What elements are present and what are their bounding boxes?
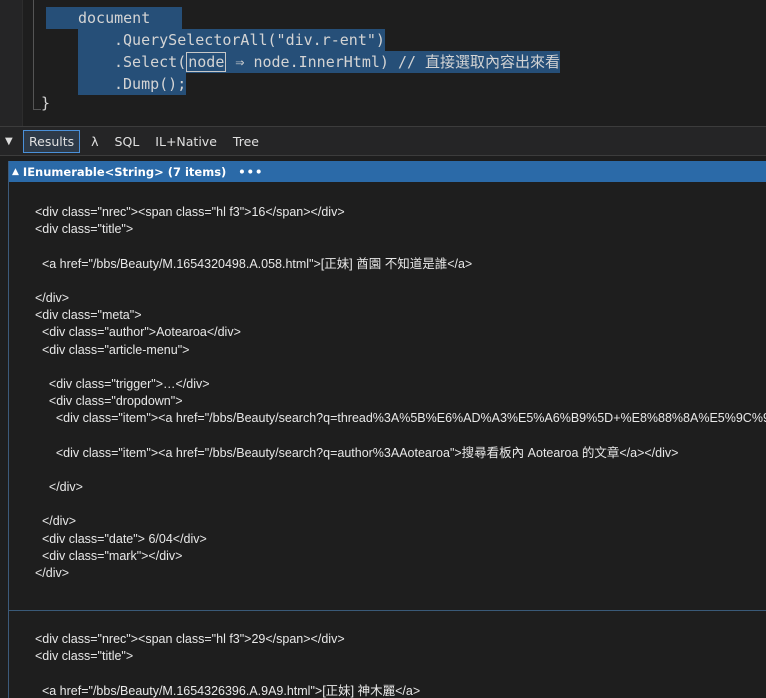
html-line: <div class="article-menu"> <box>35 342 190 357</box>
html-line: </div> <box>35 290 70 305</box>
result-item-1: <div class="nrec"><span class="hl f3">16… <box>9 182 766 611</box>
html-line: <div class="trigger">…</div> <box>35 376 210 391</box>
code-line-1[interactable]: document <box>46 7 183 29</box>
html-line: </div> <box>35 514 76 529</box>
html-line <box>9 496 766 513</box>
tab-tree[interactable]: Tree <box>228 131 264 152</box>
code-line-2[interactable]: .QuerySelectorAll("div.r-ent") <box>78 29 385 51</box>
collapse-triangle-icon[interactable]: ▼ <box>5 136 15 147</box>
html-line <box>9 238 766 255</box>
html-line: <div class="nrec"><span class="hl f3">16… <box>35 205 345 219</box>
code-line-3[interactable]: .Select(node ⇒ node.InnerHtml) // 直接選取內容… <box>78 51 561 73</box>
code-editor[interactable]: document .QuerySelectorAll("div.r-ent") … <box>0 0 766 126</box>
tab-sql[interactable]: SQL <box>110 131 145 152</box>
more-options-icon[interactable]: ••• <box>238 165 263 179</box>
highlighted-identifier: node <box>186 52 227 72</box>
result-item-2: <div class="nrec"><span class="hl f3">29… <box>9 611 766 698</box>
html-line: <div class="title"> <box>35 222 134 237</box>
html-line: <div class="author">Aotearoa</div> <box>35 325 241 340</box>
closing-brace: } <box>41 94 51 112</box>
html-line: <div class="mark"></div> <box>35 548 183 563</box>
tab-results[interactable]: Results <box>23 129 81 153</box>
html-line: <div class="item"><a href="/bbs/Beauty/s… <box>35 445 679 460</box>
results-type-label: IEnumerable<String> (7 items) <box>22 164 227 179</box>
html-line <box>9 273 766 290</box>
code-text: .QuerySelectorAll("div.r-ent") <box>114 31 385 49</box>
html-line: <div class="title"> <box>35 649 134 664</box>
html-line <box>9 462 766 479</box>
html-line: <div class="meta"> <box>35 308 142 323</box>
code-line-4[interactable]: .Dump(); <box>78 73 187 95</box>
code-text: .Select( <box>114 53 187 71</box>
html-line: </div> <box>35 480 83 494</box>
html-line: <a href="/bbs/Beauty/M.1654320498.A.058.… <box>35 256 473 271</box>
tab-il-native[interactable]: IL+Native <box>150 131 222 152</box>
results-panel[interactable]: ▲ IEnumerable<String> (7 items) ••• <div… <box>8 161 766 698</box>
html-line: <div class="item"><a href="/bbs/Beauty/s… <box>55 411 766 426</box>
code-text: .Dump(); <box>114 75 187 93</box>
html-line: <div class="dropdown"> <box>35 394 183 409</box>
editor-gutter <box>0 0 23 126</box>
fold-guide-end <box>33 109 41 110</box>
code-text: document <box>78 9 151 27</box>
html-line: <a href="/bbs/Beauty/M.1654326396.A.9A9.… <box>35 683 421 698</box>
results-toolbar: ▼ Results λ SQL IL+Native Tree <box>0 126 766 156</box>
html-line: <div class="nrec"><span class="hl f3">29… <box>35 632 345 646</box>
tab-lambda[interactable]: λ <box>86 131 103 152</box>
results-header[interactable]: ▲ IEnumerable<String> (7 items) ••• <box>9 161 766 182</box>
code-text: ⇒ node.InnerHtml) // 直接選取內容出來看 <box>226 53 561 71</box>
html-line <box>9 427 766 444</box>
html-line <box>9 359 766 376</box>
collapse-arrow-icon[interactable]: ▲ <box>12 167 19 177</box>
fold-guide <box>33 0 34 110</box>
html-line <box>9 665 766 682</box>
html-line: <div class="date"> 6/04</div> <box>35 531 207 546</box>
html-line: </div> <box>35 565 70 580</box>
